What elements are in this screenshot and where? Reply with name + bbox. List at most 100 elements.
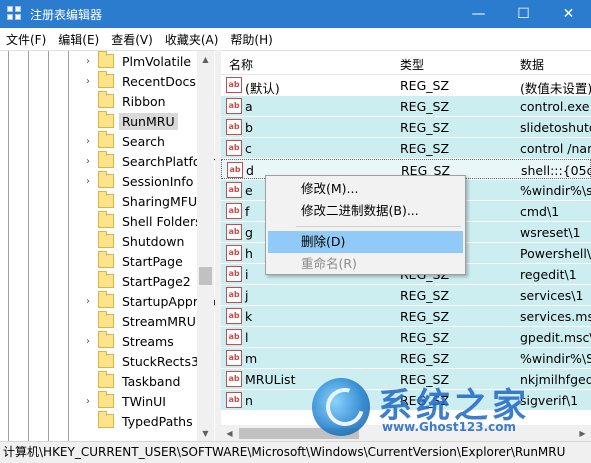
value-data: (数值未设置) — [520, 81, 591, 96]
context-menu-rename[interactable]: 重命名(R) — [268, 253, 463, 275]
site-watermark: 系统之家 www.Ghost123.com — [312, 378, 584, 440]
value-name: b — [245, 120, 253, 135]
folder-icon — [98, 391, 114, 408]
value-row[interactable]: abk REG_SZ services.msc\1 — [221, 306, 591, 326]
chevron-right-icon[interactable]: › — [82, 336, 94, 347]
maximize-button[interactable]: ☐ — [501, 0, 546, 28]
tree-item[interactable]: Ribbon — [82, 91, 169, 111]
value-row[interactable]: abc REG_SZ control /name — [221, 138, 591, 158]
value-type: REG_SZ — [400, 141, 450, 156]
tree-item[interactable]: SharingMFU — [82, 191, 200, 211]
value-row[interactable]: abm REG_SZ %windir%\System32 — [221, 348, 591, 368]
chevron-right-icon[interactable]: › — [82, 296, 94, 307]
column-header-name[interactable]: 名称 — [229, 56, 253, 73]
folder-icon — [98, 111, 114, 128]
tree-item[interactable]: StuckRects3 — [82, 351, 202, 371]
value-row[interactable]: aba REG_SZ control.exe desk.cpl — [221, 96, 591, 116]
registry-tree[interactable]: › PlmVolatile › RecentDocs Ribbon RunMRU › Sear… — [0, 50, 215, 441]
folder-icon — [98, 151, 114, 168]
folder-icon — [98, 51, 114, 68]
string-value-icon: ab — [226, 266, 242, 282]
value-data: %windir%\system32 — [520, 183, 591, 198]
tree-item-label: TWinUI — [122, 393, 166, 409]
tree-item[interactable]: Taskband — [82, 371, 183, 391]
value-data: Powershell\1 — [520, 246, 591, 261]
tree-item[interactable]: › SessionInfo — [82, 171, 196, 191]
tree-item[interactable]: › Search — [82, 131, 168, 151]
column-header-type[interactable]: 类型 — [400, 56, 424, 73]
scroll-left-arrow-icon[interactable]: ◀ — [221, 425, 238, 441]
value-row[interactable]: abl REG_SZ gpedit.msc\1 — [221, 327, 591, 347]
context-menu-modify-binary[interactable]: 修改二进制数据(B)... — [268, 200, 463, 222]
tree-item[interactable]: › RecentDocs — [82, 71, 199, 91]
watermark-url: www.Ghost123.com — [382, 420, 517, 434]
menu-edit[interactable]: 编辑(E) — [52, 31, 105, 48]
string-value-icon: ab — [226, 308, 242, 324]
tree-item[interactable]: Shutdown — [82, 231, 187, 251]
tree-item[interactable]: ›StartupApproved — [82, 291, 215, 311]
folder-icon — [98, 131, 114, 148]
value-row[interactable]: ab j REG_SZ services\1 — [221, 285, 591, 305]
scroll-down-arrow-icon[interactable]: ▼ — [197, 425, 214, 441]
menu-file[interactable]: 文件(F) — [0, 31, 52, 48]
chevron-right-icon[interactable]: › — [82, 396, 94, 407]
menu-help[interactable]: 帮助(H) — [224, 31, 278, 48]
folder-icon — [98, 311, 114, 328]
tree-item[interactable]: › Streams — [82, 331, 177, 351]
chevron-right-icon[interactable]: › — [82, 76, 94, 87]
folder-icon — [98, 291, 114, 308]
tree-item[interactable]: StartPage — [82, 251, 186, 271]
minimize-button[interactable]: — — [456, 0, 501, 28]
tree-item[interactable]: › PlmVolatile — [82, 51, 194, 71]
tree-vertical-scrollbar[interactable]: ▲ ▼ — [197, 51, 214, 441]
folder-icon — [98, 371, 114, 388]
value-name: m — [245, 351, 258, 366]
tree-item-label: StartPage — [122, 253, 183, 269]
menu-view[interactable]: 查看(V) — [105, 31, 159, 48]
string-value-icon: ab — [226, 119, 242, 135]
value-name: l — [245, 330, 249, 345]
tree-guide-line — [28, 51, 29, 441]
chevron-right-icon[interactable]: › — [82, 156, 94, 167]
value-name: c — [245, 141, 252, 156]
folder-icon — [98, 191, 114, 208]
value-data: %windir%\System32 — [520, 351, 591, 366]
tree-item-label: Shutdown — [122, 233, 185, 249]
close-button[interactable]: ✕ — [546, 0, 591, 28]
value-type: REG_SZ — [400, 120, 450, 135]
tree-item[interactable]: Shell Folders — [82, 211, 205, 231]
tree-item[interactable]: › TWinUI — [82, 391, 169, 411]
tree-guide-line — [8, 51, 9, 441]
value-data: gpedit.msc\1 — [520, 330, 591, 345]
value-name: h — [245, 246, 253, 261]
folder-icon — [98, 71, 114, 88]
value-row[interactable]: ab (默认) REG_SZ (数值未设置) — [221, 75, 591, 96]
tree-item[interactable]: StartPage2 — [82, 271, 194, 291]
value-name: f — [245, 204, 250, 219]
tree-item[interactable]: RunMRU — [82, 111, 178, 131]
string-value-icon: ab — [226, 98, 242, 114]
context-menu-delete[interactable]: 删除(D) — [268, 231, 463, 253]
value-data: control.exe desk.cpl — [520, 99, 591, 114]
tree-item-label: SessionInfo — [122, 173, 194, 189]
tree-item-label: PlmVolatile — [122, 53, 192, 69]
context-menu-modify[interactable]: 修改(M)... — [268, 178, 463, 200]
tree-item-label: StartPage2 — [122, 273, 191, 289]
value-row[interactable]: abb REG_SZ slidetoshutdown — [221, 117, 591, 137]
menu-favorites[interactable]: 收藏夹(A) — [159, 31, 225, 48]
column-header-data[interactable]: 数据 — [520, 56, 544, 73]
chevron-right-icon[interactable]: › — [82, 176, 94, 187]
value-data: slidetoshutdown — [520, 120, 591, 135]
tree-item-label: RunMRU — [119, 112, 178, 130]
tree-item[interactable]: StreamMRU — [82, 311, 199, 331]
tree-scroll-thumb[interactable] — [199, 267, 212, 285]
string-value-icon: ab — [227, 162, 243, 178]
string-value-icon: ab — [226, 203, 242, 219]
tree-item[interactable]: TypedPaths — [82, 411, 196, 431]
tree-item[interactable]: › SearchPlatform — [82, 151, 215, 171]
string-value-icon: ab — [226, 140, 242, 156]
value-data: shell:::{05d7b0f4 — [521, 163, 591, 178]
chevron-right-icon[interactable]: › — [82, 56, 94, 67]
chevron-right-icon[interactable]: › — [82, 136, 94, 147]
scroll-up-arrow-icon[interactable]: ▲ — [197, 51, 214, 68]
